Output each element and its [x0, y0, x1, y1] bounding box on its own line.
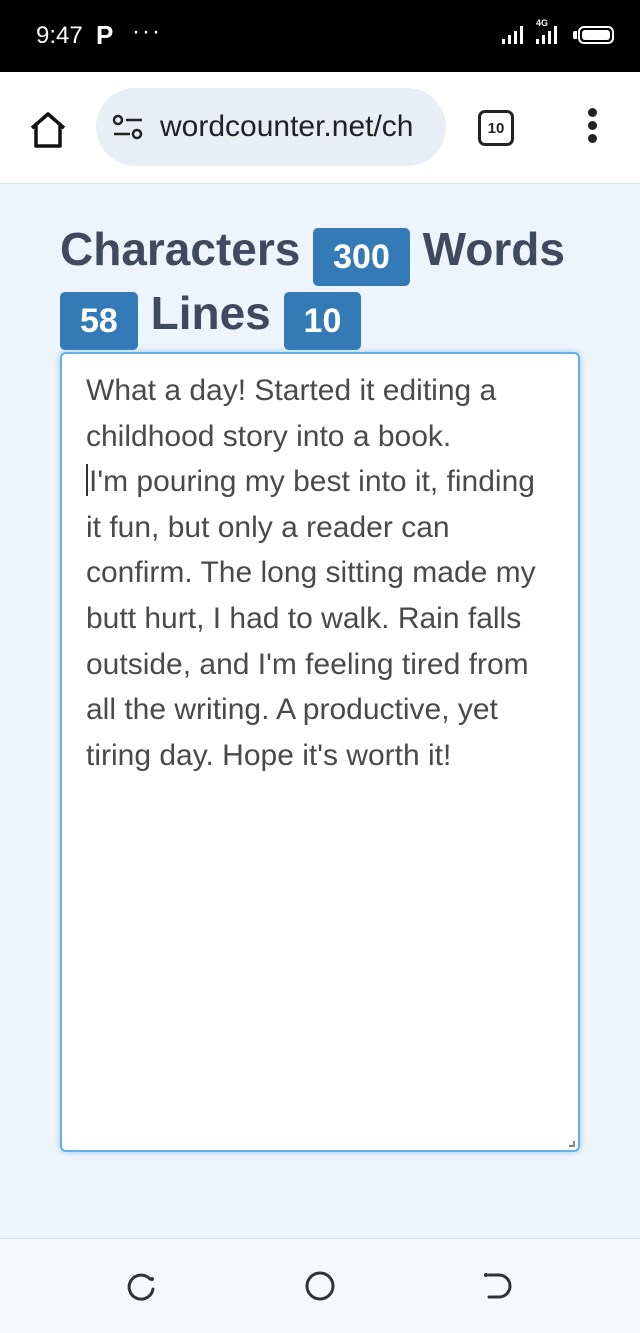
app-indicator: P — [96, 20, 114, 50]
characters-label: Characters — [60, 223, 301, 275]
home-circle-icon[interactable] — [303, 1269, 337, 1303]
more-notifications: ··· — [132, 18, 162, 45]
characters-count-badge: 300 — [313, 228, 410, 286]
words-label: Words — [422, 223, 565, 275]
home-icon — [30, 112, 66, 148]
system-nav-bar — [0, 1238, 640, 1333]
battery-tip — [573, 31, 577, 39]
editor-line: What a day! Started it editing a childho… — [86, 374, 497, 453]
home-button[interactable] — [24, 106, 72, 154]
editor-line-with-caret: I'm pouring my best into it, finding it … — [86, 459, 554, 778]
back-icon[interactable] — [481, 1269, 515, 1303]
browser-toolbar: wordcounter.net/ch 10 — [0, 72, 640, 184]
editor-line: I'm pouring my best into it, finding it … — [86, 465, 536, 772]
resize-handle[interactable] — [569, 1141, 575, 1147]
text-editor[interactable]: What a day! Started it editing a childho… — [60, 352, 580, 1152]
signal-icon — [502, 26, 523, 44]
count-summary: Characters 300 Words 58 Lines 10 — [60, 222, 590, 350]
battery-icon — [578, 26, 614, 44]
address-bar[interactable]: wordcounter.net/ch — [96, 88, 446, 166]
site-settings-icon[interactable] — [112, 114, 144, 142]
lines-label: Lines — [150, 287, 271, 339]
tabs-button[interactable]: 10 — [478, 110, 514, 146]
tab-count: 10 — [487, 119, 505, 137]
status-bar: 9:47 P ··· 4G — [0, 0, 640, 72]
url-text[interactable]: wordcounter.net/ch — [160, 110, 432, 144]
recents-icon[interactable] — [124, 1269, 158, 1303]
lines-count-badge: 10 — [283, 292, 362, 350]
status-time: 9:47 — [36, 22, 83, 49]
signal-4g-icon — [536, 26, 557, 44]
text-caret — [86, 464, 88, 497]
more-vert-icon[interactable] — [580, 108, 604, 148]
words-count-badge: 58 — [60, 292, 138, 350]
